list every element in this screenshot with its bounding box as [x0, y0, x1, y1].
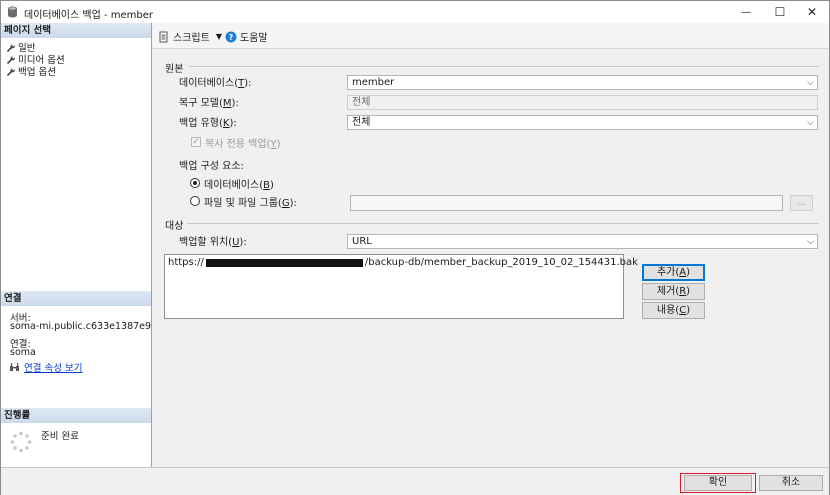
cancel-button[interactable]: 취소	[759, 475, 823, 491]
radio-database[interactable]	[190, 178, 200, 188]
backup-type-label: 백업 유형(K):	[179, 118, 237, 129]
backup-to-label: 백업할 위치(U):	[179, 237, 247, 248]
contents-button[interactable]: 내용(C)	[642, 302, 705, 319]
svg-text:?: ?	[229, 33, 234, 42]
backup-to-select[interactable]: URL ⌵	[347, 234, 818, 249]
progress-header: 진행률	[1, 408, 151, 423]
server-value: soma-mi.public.c633e1387e90.dat	[10, 321, 151, 332]
source-group-label: 원본	[165, 64, 184, 75]
connection-value: soma	[10, 347, 36, 358]
page-item-backup-options[interactable]: 백업 옵션	[6, 64, 56, 78]
progress-spinner-icon	[10, 431, 32, 453]
database-select[interactable]: member ⌵	[347, 75, 818, 90]
view-connection-properties-link[interactable]: 연결 속성 보기	[24, 360, 82, 374]
left-panel: 페이지 선택 일반 미디어 옵션 백업 옵션 연결 서버: soma-mi.pu…	[1, 23, 152, 467]
main-panel: 스크립트 ▼ ? 도움말 원본 데이터베이스(T): member ⌵ 복구 모델…	[153, 23, 829, 467]
ok-button[interactable]: 확인	[684, 475, 752, 491]
destination-listbox[interactable]: https:// /backup-db/member_backup_2019_1…	[164, 254, 638, 319]
connection-header: 연결	[1, 291, 151, 306]
recovery-model-value: 전체	[347, 95, 818, 110]
radio-database-label: 데이터베이스(B)	[204, 180, 274, 191]
destination-divider	[187, 223, 819, 224]
help-icon: ?	[225, 31, 237, 42]
radio-files-label: 파일 및 파일 그룹(G):	[204, 198, 297, 209]
maximize-button[interactable]: ☐	[763, 1, 797, 23]
source-divider	[189, 66, 819, 67]
maximize-icon: ☐	[774, 5, 786, 19]
page-select-header: 페이지 선택	[1, 23, 151, 38]
database-label: 데이터베이스(T):	[179, 78, 252, 89]
wrench-icon	[6, 43, 15, 52]
minimize-button[interactable]: —	[729, 1, 763, 23]
copy-only-checkbox[interactable]: ✓	[191, 137, 201, 147]
close-icon: ✕	[806, 5, 818, 19]
files-filegroups-textbox[interactable]	[350, 195, 783, 211]
radio-files-filegroups[interactable]	[190, 196, 200, 206]
chevron-down-icon: ⌵	[807, 237, 814, 247]
page-item-label: 백업 옵션	[18, 67, 56, 78]
backup-type-select[interactable]: 전체 ⌵	[347, 115, 818, 130]
view-connection-properties[interactable]: 연결 속성 보기	[9, 360, 82, 374]
script-label: 스크립트	[173, 33, 210, 44]
window-title: 데이터베이스 백업 - member	[24, 10, 153, 21]
dropdown-arrow-icon: ▼	[215, 32, 222, 41]
connection-properties-icon	[10, 363, 19, 371]
progress-status: 준비 완료	[41, 431, 79, 442]
copy-only-label: 복사 전용 백업(Y)	[205, 139, 281, 150]
recovery-model-label: 복구 모델(M):	[179, 98, 239, 109]
help-label: 도움말	[240, 33, 268, 44]
redacted-text	[205, 258, 363, 267]
help-button[interactable]: ? 도움말	[225, 29, 268, 44]
wrench-icon	[6, 55, 15, 64]
toolbar: 스크립트 ▼ ? 도움말	[153, 23, 829, 49]
close-button[interactable]: ✕	[795, 1, 829, 23]
add-button[interactable]: 추가(A)	[642, 264, 705, 281]
title-bar: 데이터베이스 백업 - member — ☐ ✕	[1, 1, 829, 23]
backup-database-dialog: 데이터베이스 백업 - member — ☐ ✕ 페이지 선택 일반 미디어 옵…	[0, 0, 830, 495]
minimize-icon: —	[741, 6, 751, 18]
wrench-icon	[6, 67, 15, 76]
destination-group-label: 대상	[165, 221, 184, 232]
remove-button[interactable]: 제거(R)	[642, 283, 705, 300]
browse-button[interactable]: ...	[790, 195, 813, 211]
script-button[interactable]: 스크립트 ▼	[158, 29, 222, 44]
list-item[interactable]: https:// /backup-db/member_backup_2019_1…	[168, 257, 638, 268]
chevron-down-icon: ⌵	[807, 78, 814, 88]
database-icon	[8, 6, 17, 18]
backup-component-label: 백업 구성 요소:	[179, 161, 244, 172]
chevron-down-icon: ⌵	[807, 118, 814, 128]
script-icon	[159, 31, 168, 42]
dialog-footer: 확인 취소	[1, 467, 829, 495]
